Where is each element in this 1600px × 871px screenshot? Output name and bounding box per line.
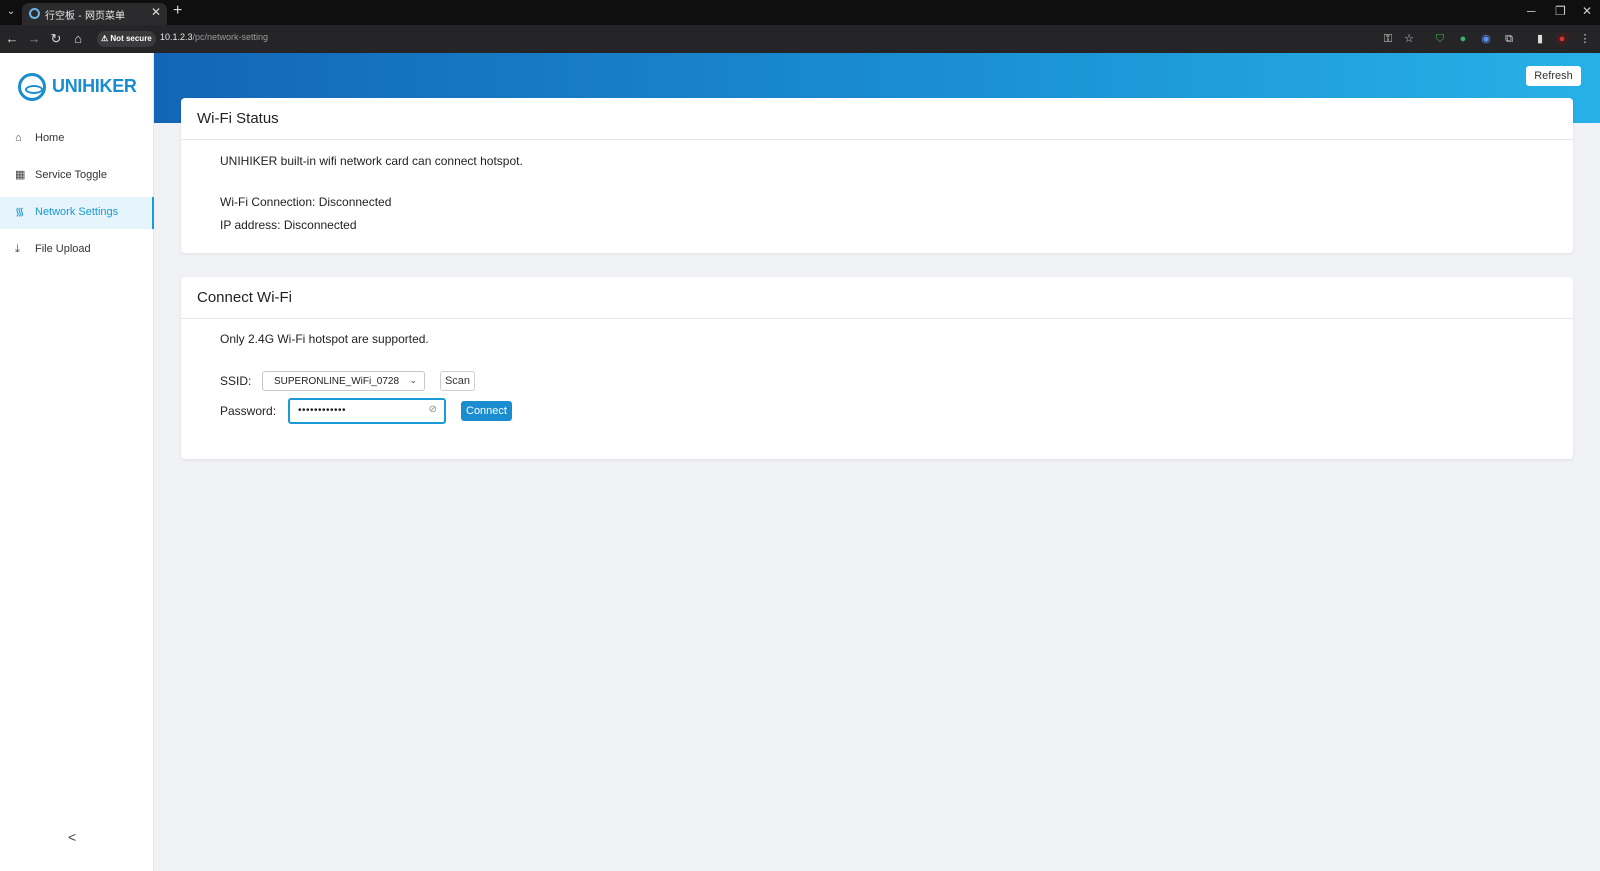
password-input[interactable]: •••••••••••• ⊘ <box>288 398 446 424</box>
extensions-puzzle-icon[interactable]: ⧉ <box>1502 32 1516 46</box>
wifi-description: UNIHIKER built-in wifi network card can … <box>220 154 523 168</box>
chevron-down-icon: ⌄ <box>409 375 417 385</box>
extension-icon[interactable]: ◉ <box>1479 32 1493 46</box>
password-key-icon[interactable]: ⚿ <box>1381 32 1395 46</box>
card-title: Wi-Fi Status <box>181 98 1573 140</box>
upload-icon: ⤓ <box>15 243 20 255</box>
wifi-connection-status: Wi-Fi Connection: Disconnected <box>220 195 392 209</box>
security-label: Not secure <box>110 34 152 43</box>
url-path: /pc/network-setting <box>192 32 269 42</box>
password-value: •••••••••••• <box>298 405 347 416</box>
wifi-status-card: Wi-Fi Status UNIHIKER built-in wifi netw… <box>181 98 1573 253</box>
eye-slash-icon[interactable]: ⊘ <box>429 404 437 415</box>
side-panel-icon[interactable]: ▮ <box>1533 32 1547 46</box>
home-browser-icon[interactable]: ⌂ <box>69 30 87 48</box>
grammar-extension-icon[interactable]: ● <box>1456 32 1470 46</box>
grid-icon: ▦ <box>15 169 26 181</box>
ip-address-status: IP address: Disconnected <box>220 218 357 232</box>
address-bar[interactable]: 10.1.2.3/pc/network-setting <box>160 32 268 42</box>
window-close-icon[interactable]: ✕ <box>1582 4 1592 18</box>
sidebar-item-network-settings[interactable]: ᯾ Network Settings <box>0 197 154 229</box>
password-label: Password: <box>220 404 277 418</box>
reload-icon[interactable]: ↻ <box>47 30 65 48</box>
connect-button[interactable]: Connect <box>461 401 512 421</box>
browser-menu-icon[interactable]: ⋮ <box>1578 32 1592 46</box>
sidebar-item-label: File Upload <box>35 243 91 255</box>
sidebar-item-label: Home <box>35 132 65 144</box>
brand-name: UNIHIKER <box>52 76 137 96</box>
ssid-label: SSID: <box>220 374 252 388</box>
card-title: Connect Wi-Fi <box>181 277 1573 319</box>
restore-icon[interactable]: ❐ <box>1555 4 1566 18</box>
sidebar: UNIHIKER ⌂ Home ▦ Service Toggle ᯾ Netwo… <box>0 53 154 871</box>
scan-button[interactable]: Scan <box>440 371 475 391</box>
home-icon: ⌂ <box>15 132 22 144</box>
sidebar-item-service-toggle[interactable]: ▦ Service Toggle <box>0 160 154 192</box>
ssid-select[interactable]: SUPERONLINE_WiFi_0728 ⌄ <box>262 371 425 391</box>
back-icon[interactable]: ← <box>3 30 21 48</box>
minimize-icon[interactable]: ─ <box>1527 4 1536 18</box>
connect-wifi-card: Connect Wi-Fi Only 2.4G Wi-Fi hotspot ar… <box>181 277 1573 459</box>
logo-mark-icon <box>18 73 46 101</box>
collapse-sidebar-icon[interactable]: < <box>68 829 76 845</box>
browser-toolbar: ← → ↻ ⌂ ⚠ Not secure 10.1.2.3/pc/network… <box>0 25 1600 53</box>
browser-tab-bar: ⌄ 行空板 - 网页菜单 ✕ + ─ ❐ ✕ <box>0 0 1600 25</box>
ssid-value: SUPERONLINE_WiFi_0728 <box>274 376 400 387</box>
wifi-icon: ᯾ <box>15 206 25 218</box>
browser-tab[interactable]: 行空板 - 网页菜单 ✕ <box>22 3 167 25</box>
tab-title: 行空板 - 网页菜单 <box>45 11 125 22</box>
profile-avatar[interactable]: ● <box>1555 32 1569 46</box>
tab-close-icon[interactable]: ✕ <box>151 5 161 19</box>
sidebar-item-label: Network Settings <box>35 206 119 218</box>
wifi-support-note: Only 2.4G Wi-Fi hotspot are supported. <box>220 332 429 346</box>
favicon-icon <box>29 8 40 19</box>
refresh-button[interactable]: Refresh <box>1526 66 1581 86</box>
security-warning-badge[interactable]: ⚠ Not secure <box>97 31 156 47</box>
forward-icon[interactable]: → <box>25 30 43 48</box>
tab-search-icon[interactable]: ⌄ <box>3 4 19 20</box>
sidebar-item-file-upload[interactable]: ⤓ File Upload <box>0 234 154 266</box>
shield-extension-icon[interactable]: ⛉ <box>1433 32 1447 46</box>
url-host: 10.1.2.3 <box>160 32 193 42</box>
bookmark-star-icon[interactable]: ☆ <box>1402 32 1416 46</box>
sidebar-item-label: Service Toggle <box>35 169 107 181</box>
sidebar-item-home[interactable]: ⌂ Home <box>0 123 154 155</box>
new-tab-button[interactable]: + <box>173 2 182 20</box>
